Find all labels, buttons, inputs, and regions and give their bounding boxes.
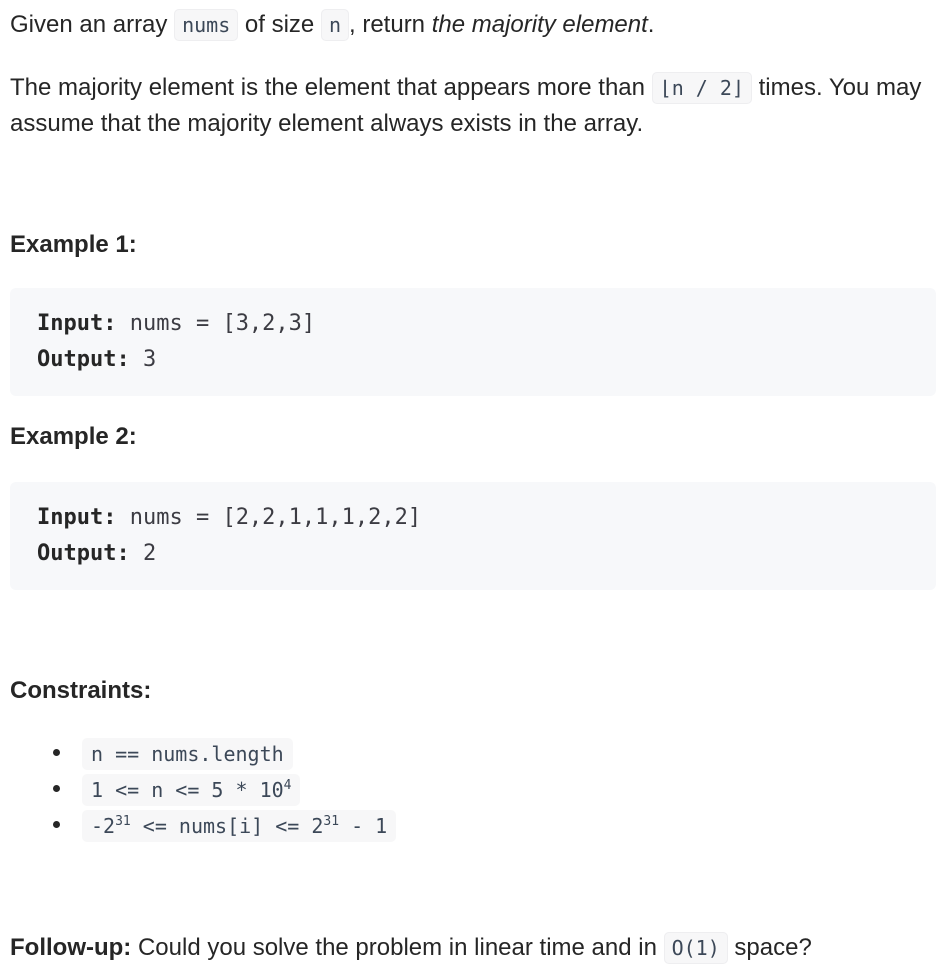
example-1-output-value: 3	[129, 347, 157, 372]
example-2-input-value: nums = [2,2,1,1,1,2,2]	[116, 505, 422, 530]
n-inline-code: n	[320, 9, 349, 41]
example-2-input-label: Input:	[37, 505, 117, 530]
intro-text-3: , return	[349, 11, 432, 38]
intro-text-4: .	[647, 11, 655, 38]
constraint-3-exponent: 31	[115, 814, 131, 829]
o1-inline-code: O(1)	[663, 932, 728, 964]
constraint-3-middle: <= nums[i] <= 2	[130, 814, 324, 838]
example-1-input-line: Input: nums = [3,2,3]	[37, 309, 315, 339]
example-1-heading: Example 1:	[10, 231, 137, 258]
example-1-input-label: Input:	[37, 311, 117, 336]
constraint-code-2: 1 <= n <= 5 * 104	[82, 774, 301, 806]
example-1-output-label: Output:	[37, 347, 130, 372]
followup-text-2: space?	[727, 934, 812, 961]
constraints-heading: Constraints:	[10, 677, 152, 704]
followup-paragraph: Follow-up: Could you solve the problem i…	[10, 930, 812, 966]
intro-emphasis: the majority element	[431, 11, 648, 38]
floor-n-half-code: ⌊n / 2⌋	[651, 72, 752, 104]
example-1-input-value: nums = [3,2,3]	[116, 311, 316, 336]
constraint-2-base: 1 <= n <= 5 * 10	[91, 778, 284, 802]
followup-text-1: Could you solve the problem in linear ti…	[131, 934, 664, 961]
bullet-icon	[53, 749, 60, 756]
constraint-2-exponent: 4	[283, 778, 292, 793]
example-1-code-block: Input: nums = [3,2,3] Output: 3	[10, 288, 936, 396]
bullet-icon	[53, 821, 60, 828]
followup-label: Follow-up:	[10, 934, 132, 961]
constraint-3-base: -2	[91, 814, 116, 838]
example-2-input-line: Input: nums = [2,2,1,1,1,2,2]	[37, 503, 421, 533]
constraint-code-1: n == nums.length	[82, 738, 293, 770]
example-2-output-value: 2	[129, 541, 157, 566]
example-2-heading: Example 2:	[10, 423, 137, 450]
constraint-3-end: - 1	[339, 814, 388, 838]
definition-paragraph: The majority element is the element that…	[10, 70, 940, 142]
nums-inline-code: nums	[174, 9, 239, 41]
intro-text-2: of size	[238, 11, 321, 38]
constraint-code-3: -231 <= nums[i] <= 231 - 1	[82, 810, 397, 842]
example-2-output-line: Output: 2	[37, 539, 156, 569]
constraint-3-exponent-2: 31	[323, 814, 340, 829]
example-2-output-label: Output:	[37, 541, 130, 566]
intro-text-1: Given an array	[10, 11, 175, 38]
intro-paragraph: Given an array nums of size n, return th…	[10, 7, 654, 43]
bullet-icon	[53, 785, 60, 792]
example-2-code-block: Input: nums = [2,2,1,1,1,2,2] Output: 2	[10, 482, 936, 590]
definition-text-1: The majority element is the element that…	[10, 74, 652, 101]
example-1-output-line: Output: 3	[37, 345, 156, 375]
